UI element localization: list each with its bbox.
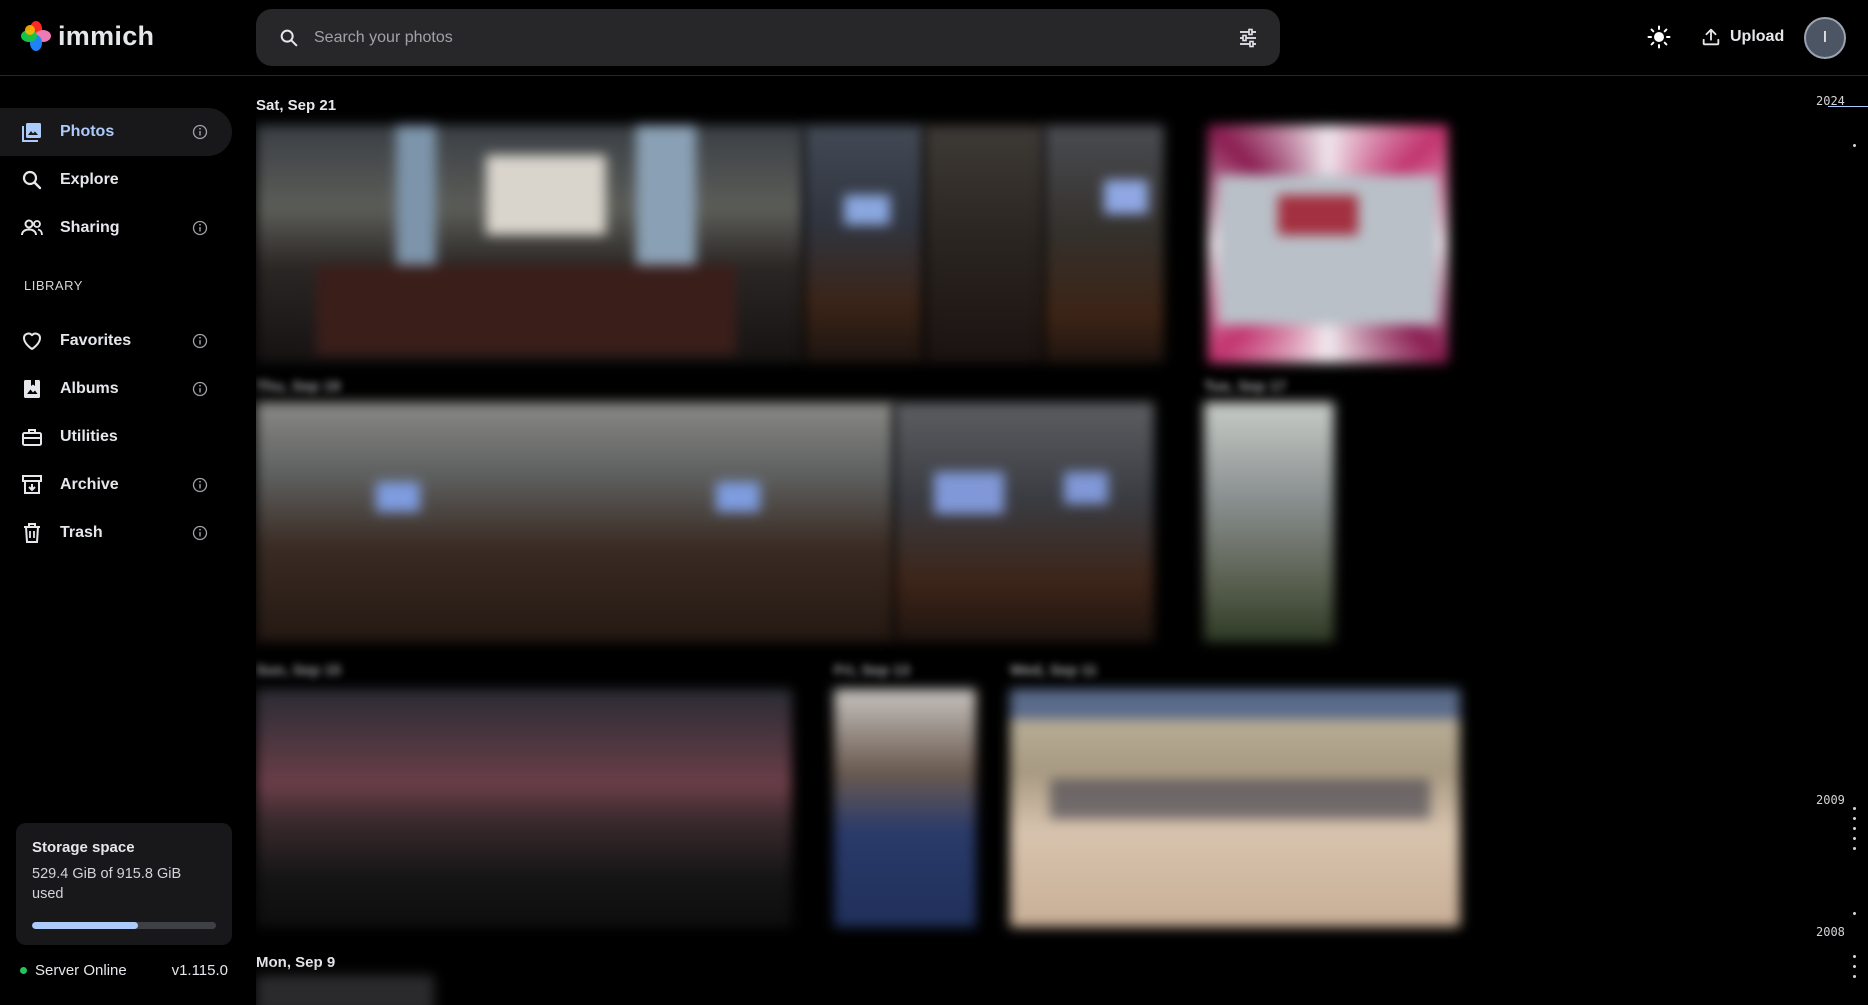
sidebar-item-label: Sharing bbox=[60, 219, 120, 236]
upload-button[interactable]: Upload bbox=[1700, 20, 1784, 54]
sidebar-item-archive[interactable]: Archive bbox=[0, 461, 232, 509]
scrubber-position-indicator bbox=[1828, 106, 1868, 107]
sidebar-item-label: Trash bbox=[60, 524, 103, 541]
photo-thumbnail[interactable] bbox=[924, 125, 1044, 363]
scrubber-tick bbox=[1853, 144, 1856, 147]
heart-icon bbox=[23, 332, 41, 350]
utilities-icon bbox=[22, 429, 42, 446]
search-input[interactable] bbox=[314, 9, 1194, 66]
storage-title: Storage space bbox=[32, 839, 135, 856]
scrubber-tick bbox=[1853, 965, 1856, 968]
info-icon[interactable] bbox=[192, 124, 208, 140]
sun-icon bbox=[1647, 25, 1671, 49]
photo-thumbnail[interactable] bbox=[1204, 402, 1334, 642]
storage-panel: Storage space 529.4 GiB of 915.8 GiB use… bbox=[16, 823, 232, 945]
scrubber-year-label: 2009 bbox=[1816, 793, 1845, 807]
storage-progress-fill bbox=[32, 922, 139, 929]
storage-usage-text: 529.4 GiB of 915.8 GiB used bbox=[32, 866, 182, 902]
info-icon[interactable] bbox=[192, 333, 208, 349]
date-group-label-blurred: Sun, Sep 15 bbox=[256, 662, 342, 679]
app-name: immich bbox=[58, 20, 155, 51]
info-icon[interactable] bbox=[192, 220, 208, 236]
sidebar-item-favorites[interactable]: Favorites bbox=[0, 317, 232, 365]
immich-logo-icon bbox=[21, 21, 51, 51]
sidebar-item-label: Archive bbox=[60, 476, 119, 493]
search-icon[interactable] bbox=[278, 27, 300, 49]
date-group-label: Mon, Sep 9 bbox=[256, 954, 336, 971]
scrubber-tick bbox=[1853, 955, 1856, 958]
sidebar-item-label: Utilities bbox=[60, 428, 118, 445]
date-group-label: Sat, Sep 21 bbox=[256, 97, 337, 114]
albums-icon bbox=[24, 380, 40, 398]
date-group-label-blurred: Thu, Sep 19 bbox=[256, 378, 341, 395]
photo-thumbnail[interactable] bbox=[256, 975, 434, 1005]
upload-icon bbox=[1702, 28, 1720, 46]
app-root: immich Search your photos Upload I Photo… bbox=[0, 0, 1868, 1005]
sidebar-item-explore[interactable]: Explore bbox=[0, 156, 232, 204]
info-icon[interactable] bbox=[192, 381, 208, 397]
online-status-dot bbox=[20, 967, 27, 974]
date-group-label-blurred: Tue, Sep 17 bbox=[1204, 378, 1287, 395]
user-avatar[interactable]: I bbox=[1804, 17, 1846, 59]
photo-thumbnail[interactable] bbox=[834, 689, 976, 927]
sharing-icon bbox=[21, 219, 43, 236]
photo-thumbnail[interactable] bbox=[1010, 689, 1460, 927]
sidebar-item-label: Albums bbox=[60, 380, 119, 397]
photo-timeline: Sat, Sep 21 Thu, Sep 19 Tue, Sep 17 Sun,… bbox=[256, 77, 1816, 1005]
sidebar-item-label: Favorites bbox=[60, 332, 132, 349]
sidebar-item-utilities[interactable]: Utilities bbox=[0, 413, 232, 461]
photo-thumbnail[interactable] bbox=[894, 402, 1154, 642]
server-status-label: Server Online bbox=[35, 962, 127, 979]
sidebar-item-albums[interactable]: Albums bbox=[0, 365, 232, 413]
photo-thumbnail[interactable] bbox=[256, 402, 894, 642]
scrubber-tick bbox=[1853, 827, 1856, 830]
filter-options-icon[interactable] bbox=[1236, 26, 1260, 50]
scrubber-tick bbox=[1853, 847, 1856, 850]
photos-icon bbox=[22, 123, 41, 142]
storage-progress-bar bbox=[32, 922, 216, 929]
scrubber-year-label: 2008 bbox=[1816, 925, 1845, 939]
upload-label: Upload bbox=[1730, 28, 1785, 45]
photo-thumbnail[interactable] bbox=[1208, 125, 1448, 363]
immich-logo[interactable]: immich bbox=[20, 20, 154, 52]
sidebar-item-label: Photos bbox=[60, 123, 115, 140]
scrubber-tick bbox=[1853, 817, 1856, 820]
sidebar-item-sharing[interactable]: Sharing bbox=[0, 204, 232, 252]
explore-icon bbox=[22, 170, 42, 190]
scrubber-tick bbox=[1853, 912, 1856, 915]
info-icon[interactable] bbox=[192, 525, 208, 541]
photo-thumbnail[interactable] bbox=[1044, 125, 1164, 363]
theme-toggle-button[interactable] bbox=[1644, 22, 1674, 52]
info-icon[interactable] bbox=[192, 477, 208, 493]
server-version[interactable]: v1.115.0 bbox=[172, 962, 228, 979]
scrubber-tick bbox=[1853, 975, 1856, 978]
photo-thumbnail[interactable] bbox=[256, 125, 804, 363]
search-bar[interactable] bbox=[256, 9, 1280, 66]
scrubber-tick bbox=[1853, 837, 1856, 840]
server-status: Server Online v1.115.0 bbox=[20, 962, 228, 979]
timeline-scrubber[interactable]: 2024 2009 2008 bbox=[1816, 77, 1868, 1005]
date-group-label-blurred: Wed, Sep 11 bbox=[1010, 662, 1098, 679]
top-bar: immich Search your photos Upload I bbox=[0, 0, 1868, 76]
library-section-label: LIBRARY bbox=[24, 278, 83, 293]
archive-icon bbox=[22, 475, 42, 494]
scrubber-tick bbox=[1853, 807, 1856, 810]
trash-icon bbox=[24, 523, 40, 543]
avatar-initial: I bbox=[1822, 29, 1828, 46]
sidebar-item-trash[interactable]: Trash bbox=[0, 509, 232, 557]
photo-thumbnail[interactable] bbox=[256, 689, 792, 927]
photo-thumbnail[interactable] bbox=[804, 125, 924, 363]
sidebar-item-photos[interactable]: Photos bbox=[0, 108, 232, 156]
date-group-label-blurred: Fri, Sep 13 bbox=[834, 662, 910, 679]
sidebar-item-label: Explore bbox=[60, 171, 119, 188]
